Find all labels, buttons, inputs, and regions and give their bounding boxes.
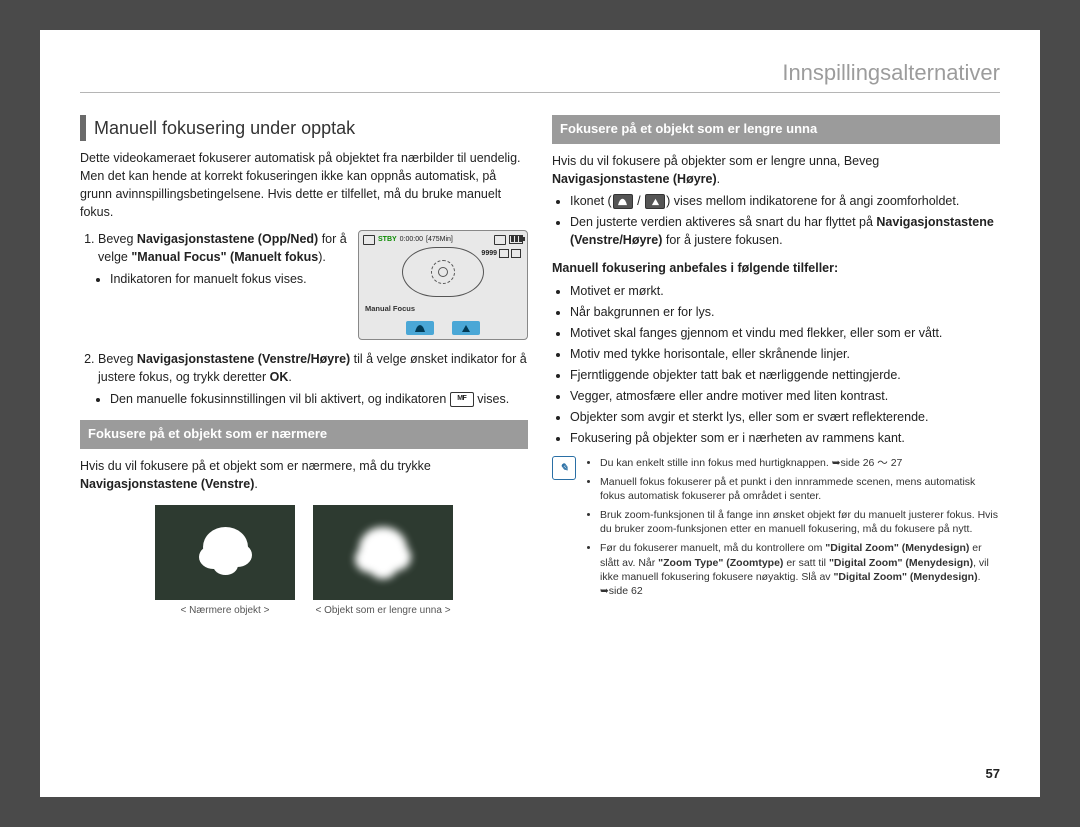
lcd-label: Manual Focus xyxy=(365,304,415,315)
note4-e: er satt til xyxy=(783,557,829,569)
rec-item: Motivet er mørkt. xyxy=(570,282,1000,300)
note4-d: "Zoom Type" (Zoomtype) xyxy=(658,557,783,569)
note-box: ✎ Du kan enkelt stille inn fokus med hur… xyxy=(552,456,1000,604)
near-b: Navigasjonstastene (Venstre) xyxy=(80,477,254,491)
far-text: Hvis du vil fokusere på objekter som er … xyxy=(552,152,1000,188)
page-header: Innspillingsalternativer xyxy=(80,60,1000,93)
rec-item: Motivet skal fanges gjennom et vindu med… xyxy=(570,324,1000,342)
adjust-line: Den justerte verdien aktiveres så snart … xyxy=(570,213,1000,249)
lcd-count: 9999 xyxy=(481,249,497,259)
far-inline-icon xyxy=(645,194,665,209)
note4-h: "Digital Zoom" (Menydesign) xyxy=(833,571,977,583)
photo-icon xyxy=(499,249,509,258)
manual-page: Innspillingsalternativer Manuell fokuser… xyxy=(40,30,1040,797)
step2-sub-b: vises. xyxy=(474,392,509,406)
focus-near-icon xyxy=(406,321,434,335)
lcd-time: 0:00:00 xyxy=(400,235,423,245)
right-column: Fokusere på et objekt som er lengre unna… xyxy=(552,115,1000,623)
mf-indicator-icon: MF xyxy=(450,392,474,407)
section-title: Manuell fokusering under opptak xyxy=(80,115,528,141)
far-b: Navigasjonstastene (Høyre) xyxy=(552,172,717,186)
two-column-layout: Manuell fokusering under opptak Dette vi… xyxy=(80,115,1000,623)
banner-far: Fokusere på et objekt som er lengre unna xyxy=(552,115,1000,144)
note4-f: "Digital Zoom" (Menydesign) xyxy=(829,557,973,569)
rec-title: Manuell fokusering anbefales i følgende … xyxy=(552,261,838,275)
focus-far-icon xyxy=(452,321,480,335)
thumb-far xyxy=(313,505,453,600)
step2-text-a: Beveg xyxy=(98,352,137,366)
step2-sub-a: Den manuelle fokusinnstillingen vil bli … xyxy=(110,392,450,406)
step1-bold-d: "Manual Focus" (Manuelt fokus xyxy=(131,250,318,264)
rec-item: Fokusering på objekter som er i nærheten… xyxy=(570,429,1000,447)
note-icon: ✎ xyxy=(552,456,576,480)
lcd-remain: [475Min] xyxy=(426,235,453,245)
note4-a: Før du fokuserer manuelt, må du kontroll… xyxy=(600,542,825,554)
step-1: Beveg Navigasjonstastene (Opp/Ned) for å… xyxy=(98,230,528,340)
step1-text-e: ). xyxy=(318,250,326,264)
near-a: Hvis du vil fokusere på et objekt som er… xyxy=(80,459,431,473)
thumb-far-label: < Objekt som er lengre unna > xyxy=(313,604,453,619)
rec-item: Vegger, atmosfære eller andre motiver me… xyxy=(570,387,1000,405)
steps-list: Beveg Navigasjonstastene (Opp/Ned) for å… xyxy=(98,230,528,408)
step2-bold-d: OK xyxy=(270,370,289,384)
step2-text-e: . xyxy=(288,370,291,384)
step-2: Beveg Navigasjonstastene (Venstre/Høyre)… xyxy=(98,350,528,408)
rec-item: Når bakgrunnen er for lys. xyxy=(570,303,1000,321)
step1-text-a: Beveg xyxy=(98,232,137,246)
adj-c: for å justere fokusen. xyxy=(662,233,782,247)
left-column: Manuell fokusering under opptak Dette vi… xyxy=(80,115,528,623)
far-bullets: Ikonet ( / ) vises mellom indikatorene f… xyxy=(570,192,1000,249)
note-1: Du kan enkelt stille inn fokus med hurti… xyxy=(600,456,1000,470)
step1-sub: Indikatoren for manuelt fokus vises. xyxy=(110,270,348,288)
rec-item: Objekter som avgir et sterkt lys, eller … xyxy=(570,408,1000,426)
far-a: Hvis du vil fokusere på objekter som er … xyxy=(552,154,879,168)
rec-item: Fjerntliggende objekter tatt bak et nærl… xyxy=(570,366,1000,384)
battery-icon xyxy=(509,235,523,244)
note-4: Før du fokuserer manuelt, må du kontroll… xyxy=(600,541,1000,598)
banner-near: Fokusere på et objekt som er nærmere xyxy=(80,420,528,449)
lcd-preview: STBY 0:00:00 [475Min] 9999 xyxy=(358,230,528,340)
step1-bold-b: Navigasjonstastene (Opp/Ned) xyxy=(137,232,318,246)
near-c: . xyxy=(254,477,257,491)
step2-bold-b: Navigasjonstastene (Venstre/Høyre) xyxy=(137,352,350,366)
intro-text: Dette videokameraet fokuserer automatisk… xyxy=(80,149,528,222)
step2-sub: Den manuelle fokusinnstillingen vil bli … xyxy=(110,390,528,408)
rec-item: Motiv med tykke horisontale, eller skrån… xyxy=(570,345,1000,363)
thumbnail-row: < Nærmere objekt > < Objekt som er lengr… xyxy=(80,505,528,619)
near-inline-icon xyxy=(613,194,633,209)
note4-b: "Digital Zoom" (Menydesign) xyxy=(825,542,969,554)
note-2: Manuell fokus fokuserer på et punkt i de… xyxy=(600,475,1000,503)
page-number: 57 xyxy=(986,766,1000,781)
note-3: Bruk zoom-funksjonen til å fange inn øns… xyxy=(600,508,1000,536)
lcd-wheel-area xyxy=(402,247,484,297)
far-c: . xyxy=(717,172,720,186)
card-icon xyxy=(363,235,375,245)
icon-line: Ikonet ( / ) vises mellom indikatorene f… xyxy=(570,192,1000,210)
mode-icon xyxy=(494,235,506,245)
recommendations-list: Motivet er mørkt. Når bakgrunnen er for … xyxy=(570,282,1000,448)
near-text: Hvis du vil fokusere på et objekt som er… xyxy=(80,457,528,493)
icon-line-sep: / xyxy=(634,194,644,208)
lcd-stby: STBY xyxy=(378,235,397,245)
thumb-near xyxy=(155,505,295,600)
thumb-near-label: < Nærmere objekt > xyxy=(155,604,295,619)
media-icon xyxy=(511,249,521,258)
icon-line-a: Ikonet ( xyxy=(570,194,612,208)
adj-a: Den justerte verdien aktiveres så snart … xyxy=(570,215,876,229)
icon-line-c: ) vises mellom indikatorene for å angi z… xyxy=(666,194,959,208)
